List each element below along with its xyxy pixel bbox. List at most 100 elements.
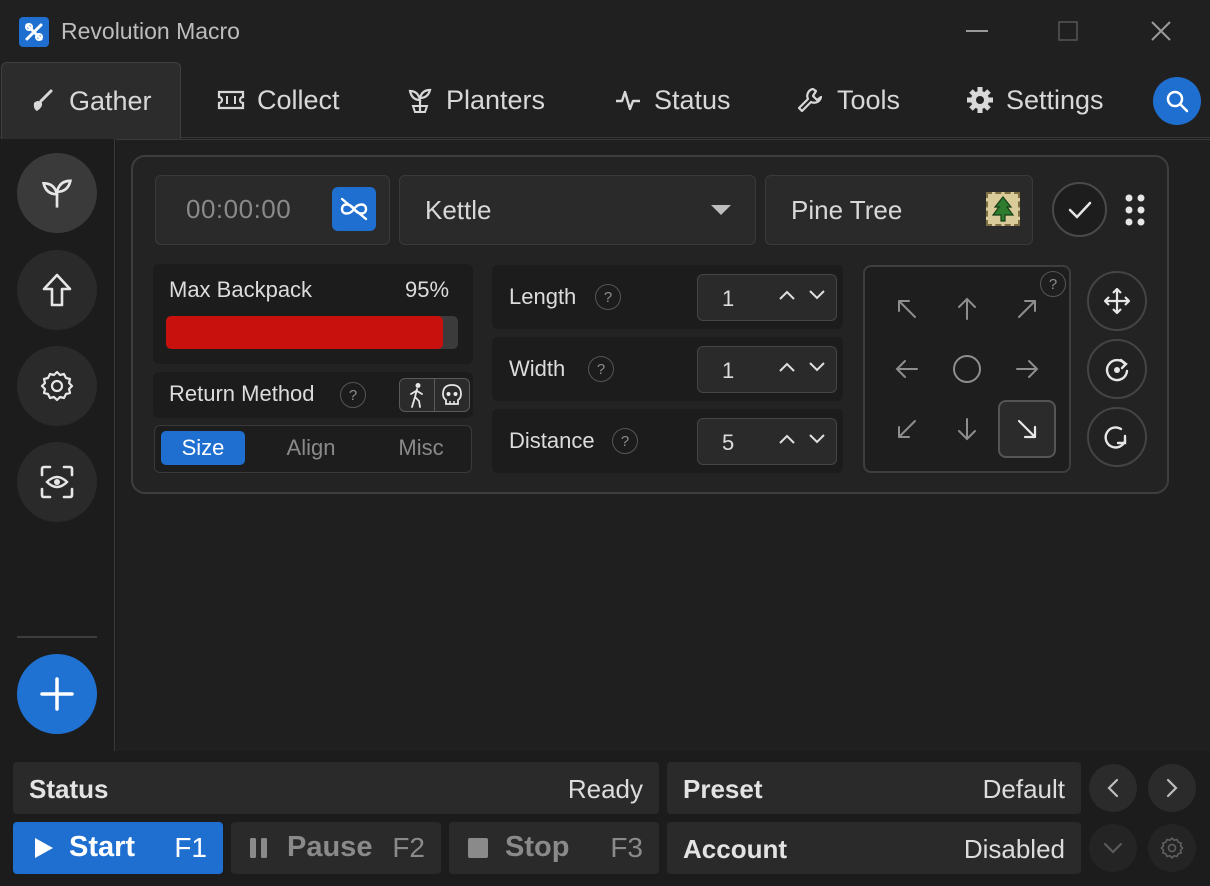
- preset-value: Default: [982, 774, 1065, 804]
- direction-up-left[interactable]: [878, 280, 936, 338]
- pause-button[interactable]: Pause F2: [231, 822, 441, 874]
- pause-icon: [249, 838, 269, 858]
- search-button[interactable]: [1153, 77, 1201, 125]
- arrow-left-icon: [895, 358, 919, 380]
- tab-tools[interactable]: Tools: [795, 62, 900, 138]
- sidebar-divider: [17, 636, 97, 638]
- arrow-up-icon: [956, 297, 978, 321]
- arrow-up-left-icon: [896, 298, 918, 320]
- field-select-value: Kettle: [425, 195, 492, 225]
- start-button[interactable]: Start F1: [13, 822, 223, 874]
- maximize-button[interactable]: [1048, 14, 1088, 48]
- sidebar-item-settings[interactable]: [17, 346, 97, 426]
- direction-down[interactable]: [938, 400, 996, 458]
- segment-misc[interactable]: Misc: [380, 431, 462, 465]
- arrow-down-icon: [956, 417, 978, 441]
- return-method-help-icon[interactable]: ?: [340, 382, 366, 408]
- width-value: 1: [722, 358, 735, 383]
- return-walk-button[interactable]: [399, 378, 435, 412]
- account-settings-button[interactable]: [1148, 824, 1196, 872]
- arrow-down-left-icon: [896, 418, 918, 440]
- circle-icon: [952, 354, 982, 384]
- direction-up-right[interactable]: [998, 280, 1056, 338]
- account-bar: Account Disabled: [667, 822, 1081, 874]
- chevron-up-icon[interactable]: [778, 361, 796, 373]
- max-backpack-fill: [166, 316, 444, 349]
- pattern-select-value: Pine Tree: [791, 195, 903, 225]
- sidebar-item-gather[interactable]: [17, 153, 97, 233]
- gear-icon: [1160, 836, 1184, 860]
- segment-size[interactable]: Size: [161, 431, 245, 465]
- pause-label: Pause: [287, 831, 373, 863]
- tab-settings[interactable]: Settings: [966, 62, 1104, 138]
- search-icon: [1165, 89, 1189, 113]
- preset-label: Preset: [683, 774, 763, 804]
- return-reset-button[interactable]: [434, 378, 470, 412]
- invert-button[interactable]: [1087, 407, 1147, 467]
- tab-status-label: Status: [654, 84, 731, 115]
- play-icon: [33, 836, 55, 860]
- timer-value: 00:00:00: [186, 194, 292, 224]
- chevron-down-icon[interactable]: [808, 361, 826, 373]
- distance-value: 5: [722, 430, 735, 455]
- max-backpack-slider[interactable]: [166, 316, 458, 349]
- tab-planters-label: Planters: [446, 84, 546, 115]
- infinite-toggle-button[interactable]: [332, 187, 376, 231]
- account-label: Account: [683, 834, 787, 864]
- max-backpack-label: Max Backpack: [169, 277, 313, 302]
- width-stepper[interactable]: 1: [697, 346, 837, 393]
- move-button[interactable]: [1087, 271, 1147, 331]
- minimize-button[interactable]: [957, 14, 997, 48]
- drag-handle-icon[interactable]: [1124, 193, 1146, 227]
- direction-down-right[interactable]: [998, 400, 1056, 458]
- enable-field-button[interactable]: [1052, 182, 1107, 237]
- tab-collect[interactable]: Collect: [217, 62, 340, 138]
- max-backpack-value: 95%: [405, 277, 450, 302]
- chevron-down-icon: [1103, 842, 1123, 854]
- length-stepper[interactable]: 1: [697, 274, 837, 321]
- sprout-icon: [406, 86, 434, 114]
- stop-icon: [468, 838, 488, 858]
- rotate-ccw-icon: [1103, 423, 1131, 451]
- chevron-up-icon[interactable]: [778, 289, 796, 301]
- direction-right[interactable]: [998, 340, 1056, 398]
- segment-align[interactable]: Align: [268, 431, 354, 465]
- add-field-button[interactable]: [17, 654, 97, 734]
- preset-prev-button[interactable]: [1089, 764, 1137, 812]
- sidebar-item-vision[interactable]: [17, 442, 97, 522]
- direction-center[interactable]: [938, 340, 996, 398]
- length-value: 1: [722, 286, 735, 311]
- status-bar: Status Ready: [13, 762, 659, 814]
- close-button[interactable]: [1141, 14, 1181, 48]
- check-icon: [1068, 200, 1092, 220]
- stop-button[interactable]: Stop F3: [449, 822, 659, 874]
- direction-down-left[interactable]: [878, 400, 936, 458]
- arrow-right-icon: [1015, 358, 1039, 380]
- distance-help-icon[interactable]: ?: [612, 428, 638, 454]
- width-help-icon[interactable]: ?: [588, 356, 614, 382]
- tab-planters[interactable]: Planters: [406, 62, 545, 138]
- status-value: Ready: [567, 774, 643, 804]
- tab-gather[interactable]: Gather: [1, 62, 181, 139]
- chevron-right-icon: [1166, 778, 1178, 798]
- distance-stepper[interactable]: 5: [697, 418, 837, 465]
- stop-hotkey: F3: [610, 832, 643, 863]
- length-label: Length: [509, 284, 577, 309]
- direction-up[interactable]: [938, 280, 996, 338]
- chevron-up-icon[interactable]: [778, 433, 796, 445]
- tab-status[interactable]: Status: [614, 62, 731, 138]
- return-method-label: Return Method: [169, 381, 315, 406]
- move-arrows-icon: [1102, 286, 1132, 316]
- chevron-down-icon[interactable]: [808, 433, 826, 445]
- length-help-icon[interactable]: ?: [595, 284, 621, 310]
- tab-settings-label: Settings: [1006, 84, 1104, 115]
- arrow-down-right-icon: [1016, 418, 1038, 440]
- rotate-button[interactable]: [1087, 339, 1147, 399]
- account-dropdown-button[interactable]: [1089, 824, 1137, 872]
- gear-icon: [40, 369, 74, 403]
- chevron-down-icon[interactable]: [808, 289, 826, 301]
- direction-left[interactable]: [878, 340, 936, 398]
- arrow-up-icon: [41, 272, 73, 308]
- preset-next-button[interactable]: [1148, 764, 1196, 812]
- sidebar-item-boost[interactable]: [17, 250, 97, 330]
